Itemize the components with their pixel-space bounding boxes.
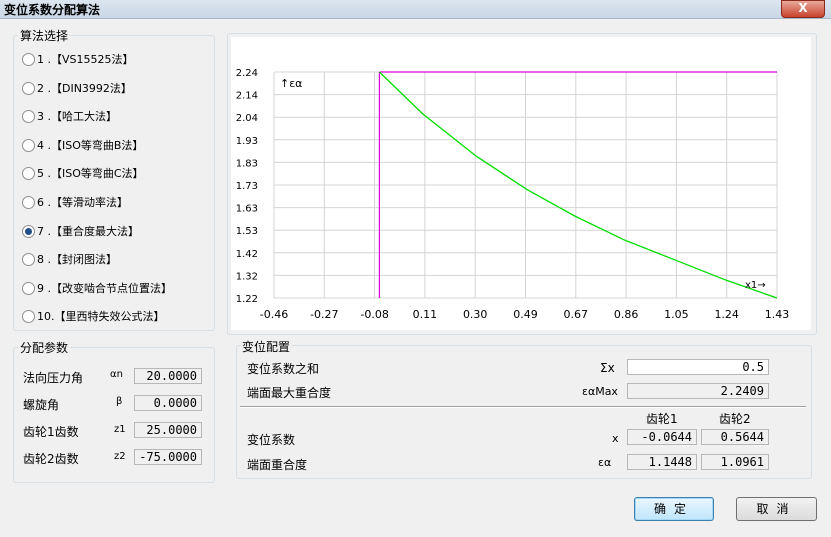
pressure-angle-symbol: αn — [110, 369, 123, 380]
radio-circle[interactable] — [22, 110, 35, 124]
y-tick-label: 1.63 — [236, 204, 258, 215]
gear1-shift-field: -0.0644 — [627, 429, 697, 445]
x-tick-label: 1.05 — [664, 308, 689, 321]
chart-svg: -0.46 -0.27 -0.08 0.11 0.30 0.49 0.67 0.86 1.05 1… — [236, 68, 790, 321]
x-tick-label: 0.86 — [614, 308, 639, 321]
gear2-teeth-field[interactable]: -75.0000 — [134, 449, 202, 465]
window-title: 变位系数分配算法 — [4, 3, 101, 17]
y-tick-label: 1.93 — [236, 136, 258, 147]
max-contact-ratio-symbol: εαMax — [582, 385, 618, 398]
gear1-column-header: 齿轮1 — [646, 412, 678, 426]
helix-angle-field[interactable]: 0.0000 — [134, 395, 202, 411]
max-contact-ratio-field: 2.2409 — [627, 383, 769, 399]
pressure-angle-field[interactable]: 20.0000 — [134, 368, 202, 384]
method-radio-3[interactable]: 3 .【哈工大法】 — [22, 107, 212, 125]
max-contact-ratio-label: 端面最大重合度 — [247, 386, 332, 400]
method-radio-label: 8 .【封闭图法】 — [37, 253, 117, 267]
gear2-teeth-label: 齿轮2齿数 — [23, 452, 79, 466]
shift-sum-input[interactable]: 0.5 — [627, 359, 769, 375]
method-radio-label: 3 .【哈工大法】 — [37, 110, 117, 124]
y-tick-label: 1.32 — [236, 271, 258, 282]
shift-coefficient-label: 变位系数 — [247, 433, 296, 447]
y-tick-label: 1.83 — [236, 158, 258, 169]
method-radio-label: 5 .【ISO等弯曲C法】 — [37, 167, 144, 181]
radio-circle[interactable] — [22, 53, 35, 66]
method-radio-label: 4 .【ISO等弯曲B法】 — [37, 138, 144, 152]
contact-ratio-symbol: εα — [598, 456, 612, 469]
method-radio-label: 9 .【改变啮合节点位置法】 — [37, 281, 172, 295]
ok-button[interactable]: 确定 — [634, 497, 714, 521]
method-radio-label: 1 .【VS15525法】 — [37, 53, 134, 66]
title-bar: 变位系数分配算法 X — [0, 0, 831, 19]
y-tick-label: 2.14 — [236, 91, 258, 102]
params-group-title: 分配参数 — [18, 339, 71, 356]
method-radio-8[interactable]: 8 .【封闭图法】 — [22, 250, 212, 268]
method-radio-7[interactable]: 7 .【重合度最大法】 — [22, 222, 212, 240]
radio-circle[interactable] — [22, 167, 35, 181]
gear1-teeth-field[interactable]: 25.0000 — [134, 422, 202, 438]
method-radio-10[interactable]: 10.【里西特失效公式法】 — [22, 307, 212, 325]
gear1-teeth-symbol: z1 — [114, 424, 126, 435]
x-tick-label: 1.24 — [714, 308, 739, 321]
gear1-teeth-label: 齿轮1齿数 — [23, 425, 79, 439]
radio-circle[interactable] — [22, 281, 35, 295]
helix-angle-label: 螺旋角 — [23, 398, 60, 412]
method-radio-label: 2 .【DIN3992法】 — [37, 81, 132, 95]
radio-circle[interactable] — [22, 310, 35, 324]
config-group-title: 变位配置 — [240, 338, 293, 355]
x-tick-label: -0.08 — [360, 308, 388, 321]
y-tick-label: 2.24 — [236, 68, 258, 79]
radio-circle[interactable] — [22, 138, 35, 152]
method-radio-6[interactable]: 6 .【等滑动率法】 — [22, 193, 212, 211]
x-tick-label: 0.67 — [564, 308, 589, 321]
radio-circle[interactable] — [22, 81, 35, 95]
close-button[interactable]: X — [781, 0, 825, 18]
radio-circle[interactable] — [22, 224, 35, 238]
gear2-teeth-symbol: z2 — [114, 451, 126, 462]
x-axis-label: x1→ — [745, 280, 766, 291]
gear2-column-header: 齿轮2 — [719, 412, 751, 426]
x-tick-label: 0.30 — [463, 308, 488, 321]
gear2-shift-field: 0.5644 — [701, 429, 769, 445]
cancel-button[interactable]: 取消 — [736, 497, 817, 521]
gear2-contact-ratio-field: 1.0961 — [701, 454, 769, 470]
config-separator — [240, 406, 806, 408]
x-tick-label: 0.49 — [513, 308, 538, 321]
shift-sum-label: 变位系数之和 — [247, 362, 320, 376]
method-group-title: 算法选择 — [18, 27, 71, 44]
y-tick-label: 1.42 — [236, 249, 258, 260]
y-tick-label: 2.04 — [236, 113, 258, 124]
method-radio-label: 7 .【重合度最大法】 — [37, 224, 139, 238]
y-axis-label: ↑εα — [280, 77, 302, 90]
shift-coefficient-symbol: x — [612, 432, 619, 445]
x-tick-label: -0.27 — [310, 308, 338, 321]
x-tick-label: -0.46 — [260, 308, 288, 321]
y-tick-label: 1.73 — [236, 181, 258, 192]
chart-area: -0.46 -0.27 -0.08 0.11 0.30 0.49 0.67 0.86 1.05 1… — [231, 37, 811, 330]
radio-circle[interactable] — [22, 253, 35, 267]
method-radio-label: 6 .【等滑动率法】 — [37, 196, 128, 209]
gear1-contact-ratio-field: 1.1448 — [627, 454, 697, 470]
shift-sum-symbol: Σx — [600, 361, 615, 375]
y-tick-label: 1.53 — [236, 226, 258, 237]
x-tick-label: 0.11 — [413, 308, 438, 321]
y-tick-label: 1.22 — [236, 294, 258, 305]
method-radio-5[interactable]: 5 .【ISO等弯曲C法】 — [22, 164, 212, 182]
helix-angle-symbol: β — [116, 396, 123, 407]
pressure-angle-label: 法向压力角 — [23, 371, 84, 385]
method-radio-2[interactable]: 2 .【DIN3992法】 — [22, 79, 212, 97]
radio-circle[interactable] — [22, 196, 35, 209]
method-radio-9[interactable]: 9 .【改变啮合节点位置法】 — [22, 279, 212, 297]
contact-ratio-label: 端面重合度 — [247, 458, 308, 472]
method-radio-4[interactable]: 4 .【ISO等弯曲B法】 — [22, 136, 212, 154]
method-radio-label: 10.【里西特失效公式法】 — [37, 310, 165, 324]
method-radio-1[interactable]: 1 .【VS15525法】 — [22, 50, 212, 68]
x-tick-label: 1.43 — [765, 308, 790, 321]
